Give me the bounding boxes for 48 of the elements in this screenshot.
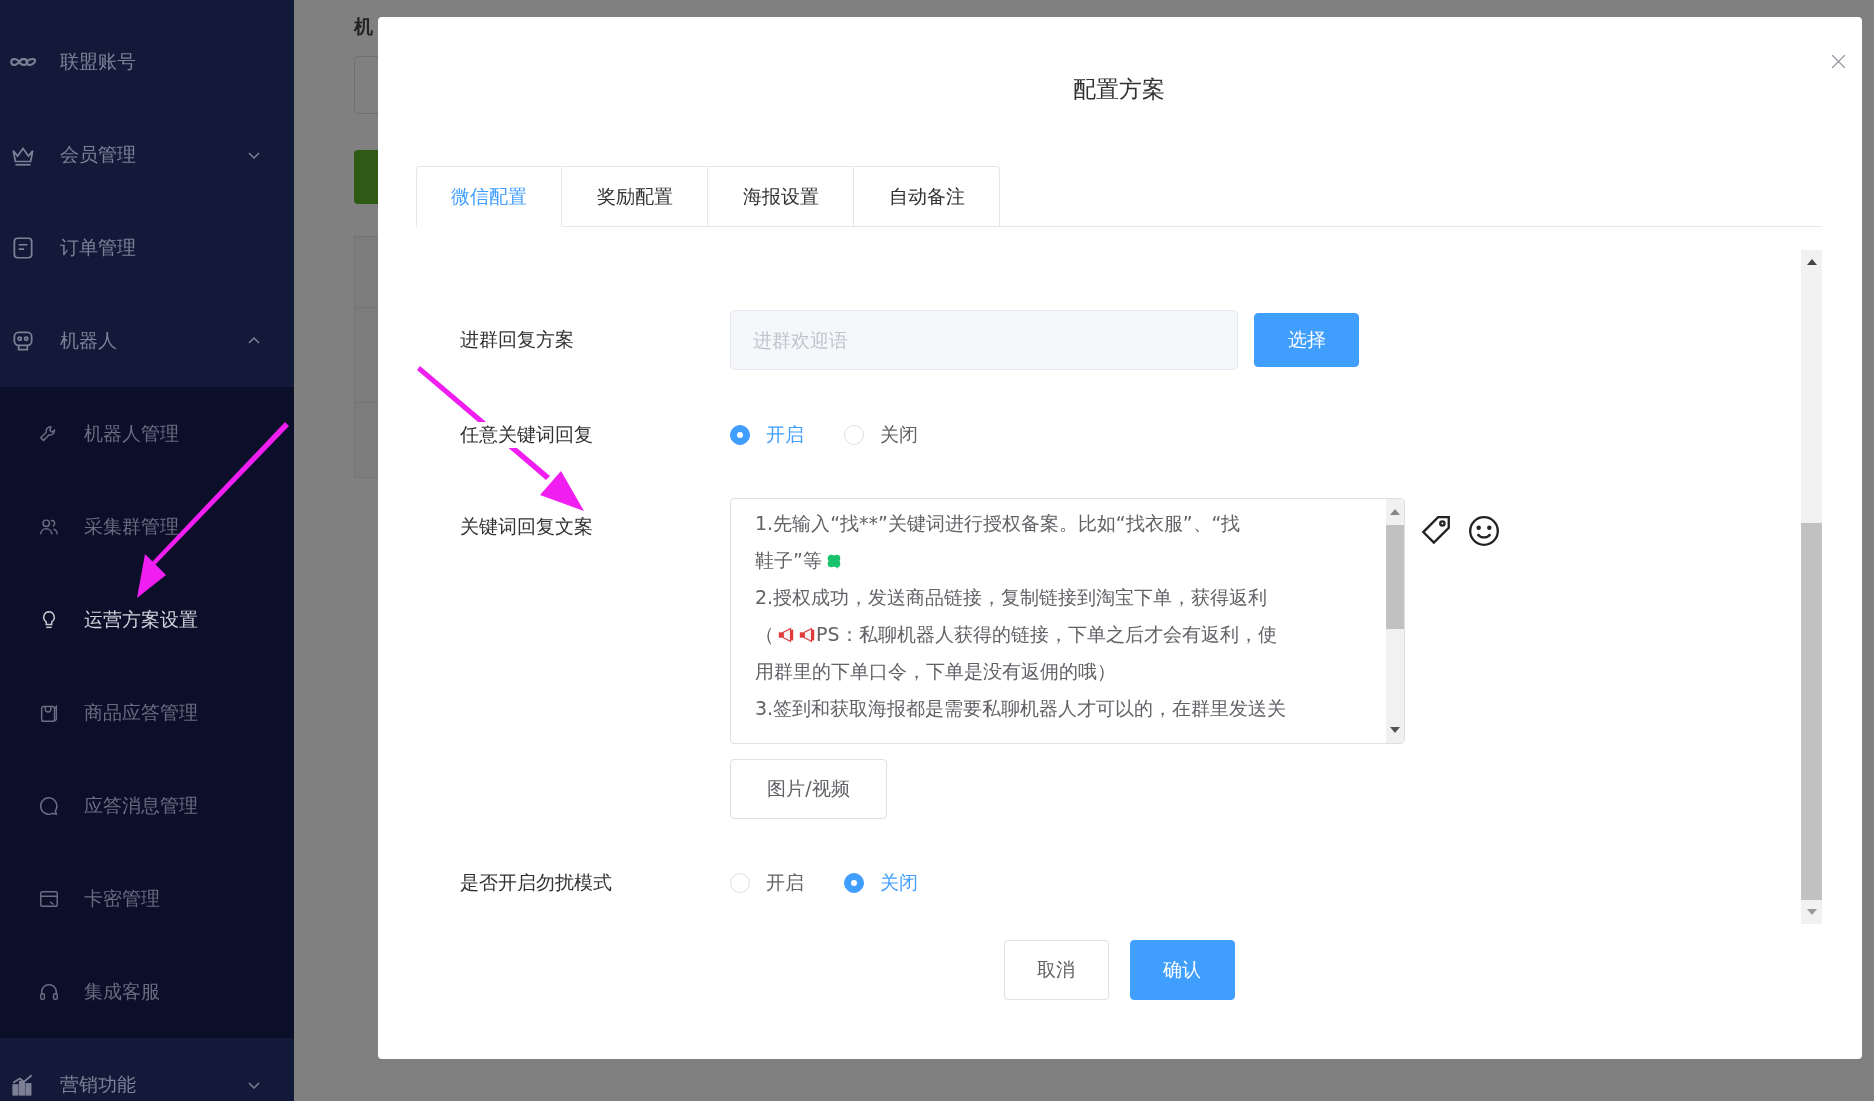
- nav-subitem[interactable]: 商品应答管理: [0, 666, 294, 759]
- nav-subitem[interactable]: 卡密管理: [0, 852, 294, 945]
- document-icon: [10, 234, 36, 261]
- tab[interactable]: 微信配置: [416, 166, 562, 227]
- scrollbar[interactable]: [1801, 250, 1822, 924]
- reply-text: PS：私聊机器人获得的链接，下单之后才会有返利，使: [816, 622, 1277, 647]
- tab[interactable]: 奖励配置: [562, 166, 708, 226]
- radio-label[interactable]: 关闭: [880, 422, 918, 448]
- radio-button[interactable]: [844, 873, 864, 893]
- nav-item[interactable]: 营销功能: [0, 1038, 294, 1101]
- close-icon[interactable]: [1830, 53, 1847, 70]
- down-triangle-icon[interactable]: [1390, 727, 1400, 733]
- reply-text: 用群里的下单口令，下单是没有返佣的哦）: [755, 659, 1116, 684]
- text-area[interactable]: 1.先输入“找**”关键词进行授权备案。比如“找衣服”、“找 鞋子”等 2.授权成功，发送商品链接，复制链接到淘宝下单，获得返利 （ PS：私聊机器人获得的链接，下单之后才会有返利，使 用群里的下单口令，下单是没有返佣的哦） 3.签到和获取海报都是需要私聊机器人才可以的，在群里发送关: [730, 498, 1405, 744]
- nav-item[interactable]: 会员管理: [0, 108, 294, 201]
- reply-text: 1.先输入“找**”关键词进行授权备案。比如“找衣服”、“找: [755, 511, 1241, 536]
- radio-label[interactable]: 关闭: [880, 870, 918, 896]
- radio-label[interactable]: 开启: [766, 422, 804, 448]
- nav-subitem[interactable]: 采集群管理: [0, 480, 294, 573]
- chain-icon: [10, 55, 36, 68]
- select-button[interactable]: 选择: [1254, 313, 1359, 367]
- nav-item[interactable]: 机器人: [0, 294, 294, 387]
- media-button[interactable]: 图片/视频: [730, 759, 887, 819]
- reply-text: 3.签到和获取海报都是需要私聊机器人才可以的，在群里发送关: [755, 696, 1287, 721]
- megaphone-icon: [777, 625, 795, 644]
- tab[interactable]: 海报设置: [708, 166, 854, 226]
- field-label: 任意关键词回复: [460, 422, 593, 448]
- nav-subitem[interactable]: 运营方案设置: [0, 573, 294, 666]
- nav-subitem[interactable]: 集成客服: [0, 945, 294, 1038]
- scrollbar[interactable]: [1386, 499, 1404, 743]
- nav-item[interactable]: 联盟账号: [0, 15, 294, 108]
- chat-icon: [38, 794, 60, 817]
- nav-item[interactable]: 订单管理: [0, 201, 294, 294]
- reply-text: 鞋子”等: [755, 548, 822, 573]
- cancel-button[interactable]: 取消: [1003, 940, 1109, 1000]
- radio-button[interactable]: [730, 425, 750, 445]
- megaphone-icon: [798, 625, 816, 644]
- up-triangle-icon[interactable]: [1806, 259, 1817, 265]
- smiley-icon[interactable]: [1467, 514, 1501, 548]
- reply-text: （: [755, 622, 774, 647]
- tab[interactable]: 自动备注: [854, 166, 1000, 226]
- page-title: 机: [354, 14, 374, 39]
- confirm-button[interactable]: 确认: [1129, 940, 1235, 1000]
- radio-label[interactable]: 开启: [766, 870, 804, 896]
- reply-text: 2.授权成功，发送商品链接，复制链接到淘宝下单，获得返利: [755, 585, 1268, 610]
- dialog-title: 配置方案: [1073, 75, 1165, 104]
- nav-subitem[interactable]: 机器人管理: [0, 387, 294, 480]
- nav-subitem[interactable]: 应答消息管理: [0, 759, 294, 852]
